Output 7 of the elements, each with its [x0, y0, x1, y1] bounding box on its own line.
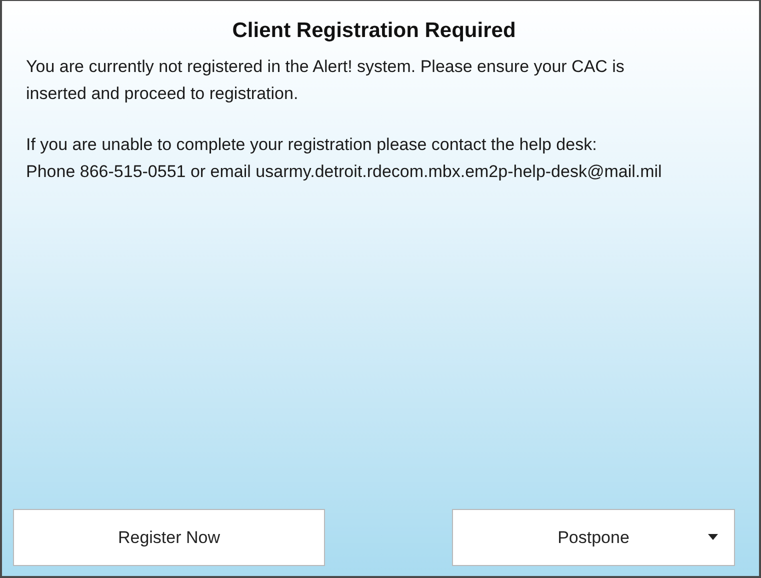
message-text: You are currently not registered in the Alert! system. Please ensure your CAC is inserted and proceed to registration. [26, 56, 626, 105]
message-text: Phone 866-515-0551 or email usarmy.detroit.rdecom.mbx.em2p-help-desk@mail.mil [26, 161, 663, 183]
message-text: If you are unable to complete your registration please contact the help desk: [26, 134, 598, 156]
dialog-title: Client Registration Required [231, 19, 517, 43]
button[interactable]: Register Now [13, 509, 325, 566]
dropdown-button[interactable]: Postpone [452, 509, 735, 566]
caret-icon [708, 534, 718, 540]
